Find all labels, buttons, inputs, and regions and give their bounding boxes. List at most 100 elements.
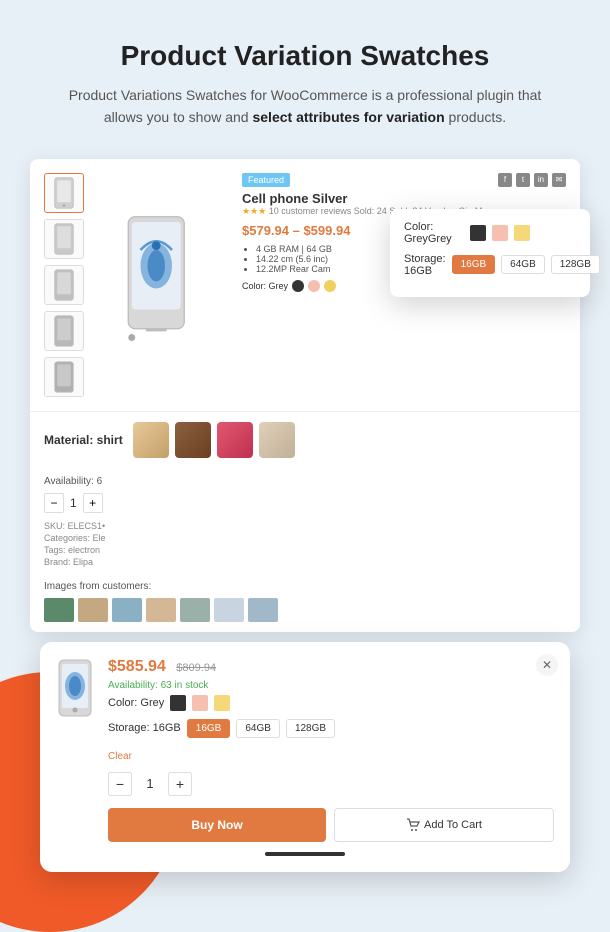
bottom-bar	[265, 852, 345, 856]
review-count[interactable]: 10 customer reviews	[269, 206, 352, 216]
page-description: Product Variations Swatches for WooComme…	[60, 84, 550, 129]
qty-row: − 1 +	[44, 493, 124, 513]
popup-storage-row: Storage: 16GB 16GB 64GB 128GB	[404, 253, 576, 277]
popup-color-attr-label: Color: Grey	[108, 697, 164, 709]
thumbnail-list	[44, 173, 88, 397]
popup-old-price: $809.94	[176, 662, 216, 674]
qty-increase[interactable]: +	[83, 493, 103, 513]
sku-section: SKU: ELECS1• Categories: Ele Tags: elect…	[30, 521, 580, 577]
customer-images-label: Images from customers:	[44, 581, 566, 592]
popup-qty-increase[interactable]: +	[168, 772, 192, 796]
description-bold: select attributes for variation	[252, 109, 444, 125]
popup-color-row: Color: GreyGrey	[404, 221, 576, 245]
popup-stock-value: 63 in stock	[161, 680, 209, 691]
tags-value: Tags: electron	[44, 545, 566, 555]
product-info: Featured f t in ✉ Cell phone Silver ★★★ …	[242, 173, 566, 397]
popup-swatch-dark[interactable]	[170, 695, 186, 711]
storage-16gb[interactable]: 16GB	[452, 255, 496, 274]
qty-value: 1	[70, 496, 77, 510]
qty-decrease[interactable]: −	[44, 493, 64, 513]
popup-color-label: Color: GreyGrey	[404, 221, 464, 245]
color-swatch-yellow[interactable]	[324, 280, 336, 292]
customer-thumb-1[interactable]	[44, 598, 74, 622]
customer-thumb-6[interactable]	[214, 598, 244, 622]
customer-thumb-3[interactable]	[112, 598, 142, 622]
thumbnail-3[interactable]	[44, 265, 84, 305]
color-label: Color: Grey	[242, 281, 288, 291]
brand-value: Brand: Elipa	[44, 557, 566, 567]
page-title: Product Variation Swatches	[60, 40, 550, 72]
color-storage-popup: Color: GreyGrey Storage: 16GB 16GB 64GB …	[390, 209, 590, 297]
popup-swatch-pink[interactable]	[192, 695, 208, 711]
twitter-icon[interactable]: t	[516, 173, 530, 187]
availability-area: Availability: 6 − 1 +	[44, 476, 124, 513]
popup-qty-decrease[interactable]: −	[108, 772, 132, 796]
close-button[interactable]: ✕	[536, 654, 558, 676]
add-to-cart-label: Add To Cart	[424, 819, 482, 831]
popup-swatch-yellow[interactable]	[214, 695, 230, 711]
shirt-swatch-4[interactable]	[259, 422, 295, 458]
lower-section: Availability: 6 − 1 +	[30, 468, 580, 521]
shirt-swatches	[133, 422, 295, 458]
popup-price-row: $585.94 $809.94	[108, 658, 554, 676]
mobile-popup-content: $585.94 $809.94 Availability: 63 in stoc…	[56, 658, 554, 842]
popup-storage-128gb[interactable]: 128GB	[286, 719, 335, 738]
clear-link[interactable]: Clear	[108, 751, 132, 762]
buy-now-button[interactable]: Buy Now	[108, 808, 326, 842]
categories-value: Categories: Ele	[44, 533, 566, 543]
star-rating: ★★★	[242, 206, 266, 216]
popup-storage-attr: Storage: 16GB 16GB 64GB 128GB	[108, 719, 554, 738]
email-icon[interactable]: ✉	[552, 173, 566, 187]
shirt-swatch-3[interactable]	[217, 422, 253, 458]
popup-color-attr: Color: Grey	[108, 695, 554, 711]
thumbnail-4[interactable]	[44, 311, 84, 351]
storage-128gb[interactable]: 128GB	[551, 255, 600, 274]
popup-color-yellow[interactable]	[514, 225, 530, 241]
popup-details: $585.94 $809.94 Availability: 63 in stoc…	[108, 658, 554, 842]
popup-storage-label: Storage: 16GB	[404, 253, 446, 277]
shirt-swatch-2[interactable]	[175, 422, 211, 458]
product-card: Featured f t in ✉ Cell phone Silver ★★★ …	[30, 159, 580, 632]
customer-thumb-2[interactable]	[78, 598, 108, 622]
thumbnail-1[interactable]	[44, 173, 84, 213]
thumbnail-2[interactable]	[44, 219, 84, 259]
customer-thumb-4[interactable]	[146, 598, 176, 622]
cart-icon	[406, 818, 420, 832]
customer-thumb-5[interactable]	[180, 598, 210, 622]
popup-storage-attr-label: Storage: 16GB	[108, 722, 181, 734]
customer-thumbs	[44, 598, 566, 622]
facebook-icon[interactable]: f	[498, 173, 512, 187]
mobile-popup: ✕ $585.94 $809.94 Availability: 63 in st…	[40, 642, 570, 872]
description-text-end: products.	[445, 109, 506, 125]
featured-badge: Featured	[242, 173, 290, 187]
add-to-cart-button[interactable]: Add To Cart	[334, 808, 554, 842]
product-section: Featured f t in ✉ Cell phone Silver ★★★ …	[30, 159, 580, 411]
product-title: Cell phone Silver	[242, 191, 566, 206]
popup-storage-64gb[interactable]: 64GB	[236, 719, 280, 738]
material-label: Material: shirt	[44, 433, 123, 447]
storage-64gb[interactable]: 64GB	[501, 255, 545, 274]
availability-label: Availability: 6	[44, 476, 124, 487]
linkedin-icon[interactable]: in	[534, 173, 548, 187]
customer-thumb-7[interactable]	[248, 598, 278, 622]
shirt-swatch-1[interactable]	[133, 422, 169, 458]
popup-phone-image	[56, 658, 96, 723]
popup-qty-row: − 1 +	[108, 772, 554, 796]
popup-storage-16gb[interactable]: 16GB	[187, 719, 231, 738]
popup-price: $585.94	[108, 658, 166, 675]
popup-qty-value: 1	[140, 776, 160, 791]
customer-images-section: Images from customers:	[30, 577, 580, 632]
sold-count: Sold: 24	[354, 206, 387, 216]
popup-color-pink[interactable]	[492, 225, 508, 241]
material-section: Material: shirt	[30, 411, 580, 468]
sku-value: SKU: ELECS1•	[44, 521, 566, 531]
availability-count: 6	[97, 476, 103, 487]
popup-color-dark[interactable]	[470, 225, 486, 241]
color-swatch-pink[interactable]	[308, 280, 320, 292]
color-swatch-dark[interactable]	[292, 280, 304, 292]
popup-availability: Availability: 63 in stock	[108, 680, 554, 691]
page-header: Product Variation Swatches Product Varia…	[0, 0, 610, 149]
popup-actions: Buy Now Add To Cart	[108, 808, 554, 842]
thumbnail-5[interactable]	[44, 357, 84, 397]
main-product-image	[100, 173, 230, 397]
